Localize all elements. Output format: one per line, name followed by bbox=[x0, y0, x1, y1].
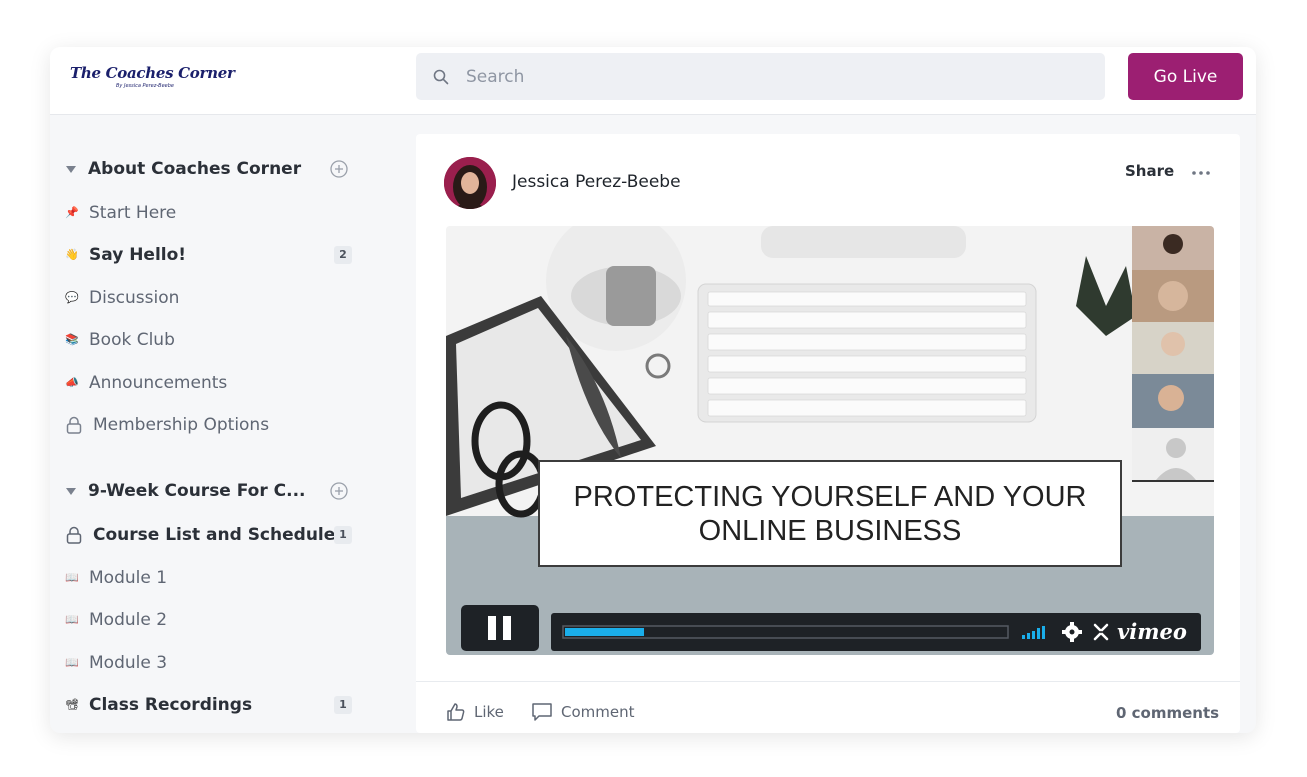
megaphone-icon: 📣 bbox=[65, 376, 79, 389]
sidebar-item-label: Book Club bbox=[89, 330, 175, 350]
sidebar-item-say-hello[interactable]: 👋 Say Hello! 2 bbox=[65, 242, 355, 268]
sidebar-item-label: Say Hello! bbox=[89, 245, 187, 265]
sidebar-item-label: Module 2 bbox=[89, 610, 168, 630]
sidebar-section-title: About Coaches Corner bbox=[88, 159, 302, 179]
sidebar-item-label: Module 3 bbox=[89, 653, 168, 673]
app-window: The Coaches Corner By Jessica Perez-Beeb… bbox=[50, 47, 1256, 733]
post-actions: Like Comment 0 comments bbox=[416, 681, 1240, 733]
unread-badge: 1 bbox=[334, 526, 352, 544]
brand-title: The Coaches Corner bbox=[70, 64, 235, 82]
waving-hand-icon: 👋 bbox=[65, 248, 79, 261]
sidebar-item-label: Announcements bbox=[89, 373, 228, 393]
brand-logo[interactable]: The Coaches Corner By Jessica Perez-Beeb… bbox=[70, 64, 235, 89]
caret-down-icon bbox=[66, 165, 76, 173]
like-label: Like bbox=[474, 703, 504, 721]
sidebar-item-module-3[interactable]: 📖 Module 3 bbox=[65, 650, 355, 676]
sidebar-item-module-2[interactable]: 📖 Module 2 bbox=[65, 607, 355, 633]
sidebar-item-label: Class Recordings bbox=[89, 695, 253, 715]
author-name[interactable]: Jessica Perez-Beebe bbox=[512, 172, 681, 192]
avatar-image bbox=[444, 157, 496, 209]
go-live-button[interactable]: Go Live bbox=[1128, 53, 1243, 100]
comment-button[interactable]: Comment bbox=[531, 702, 635, 722]
add-circle-icon[interactable] bbox=[330, 160, 348, 178]
sidebar-item-label: Module 1 bbox=[89, 568, 168, 588]
sidebar-item-label: Start Here bbox=[89, 203, 177, 223]
search-icon bbox=[433, 69, 449, 85]
caret-down-icon bbox=[66, 487, 76, 495]
unread-badge: 2 bbox=[334, 246, 352, 264]
speech-bubble-icon: 💬 bbox=[65, 291, 79, 304]
brand-subtitle: By Jessica Perez-Beebe bbox=[115, 83, 174, 89]
sidebar-section-about[interactable]: About Coaches Corner bbox=[65, 156, 355, 182]
progress-fill bbox=[565, 628, 644, 636]
more-options-icon[interactable] bbox=[1191, 170, 1211, 176]
sidebar-item-book-club[interactable]: 📚 Book Club bbox=[65, 327, 355, 353]
comments-count[interactable]: 0 comments bbox=[1116, 704, 1219, 722]
lock-icon bbox=[66, 526, 82, 544]
video-title-line-2: ONLINE BUSINESS bbox=[699, 515, 962, 547]
sidebar-item-course-list[interactable]: Course List and Schedule 1 bbox=[65, 522, 355, 548]
sidebar-item-membership-options[interactable]: Membership Options bbox=[65, 412, 355, 438]
post-card: Jessica Perez-Beebe Share PROTECTING YOU… bbox=[416, 134, 1240, 733]
open-book-icon: 📖 bbox=[65, 571, 79, 584]
books-icon: 📚 bbox=[65, 333, 79, 346]
keyboard-illustration bbox=[697, 283, 1037, 423]
unread-badge: 1 bbox=[334, 696, 352, 714]
vimeo-logo[interactable]: vimeo bbox=[1117, 619, 1187, 644]
open-book-icon: 📖 bbox=[65, 613, 79, 626]
comment-label: Comment bbox=[561, 703, 635, 721]
search-input[interactable] bbox=[466, 53, 1066, 100]
video-frame: PROTECTING YOURSELF AND YOUR ONLINE BUSI… bbox=[446, 226, 1214, 655]
sidebar-item-announcements[interactable]: 📣 Announcements bbox=[65, 370, 355, 396]
lock-icon bbox=[66, 416, 82, 434]
sidebar-item-label: Membership Options bbox=[93, 415, 270, 435]
sidebar-item-label: Course List and Schedule bbox=[93, 525, 336, 545]
participant-tiles bbox=[1132, 226, 1214, 482]
sidebar-item-module-1[interactable]: 📖 Module 1 bbox=[65, 565, 355, 591]
sidebar-item-discussion[interactable]: 💬 Discussion bbox=[65, 285, 355, 311]
pushpin-icon: 📌 bbox=[65, 206, 79, 219]
search-bar[interactable] bbox=[416, 53, 1105, 100]
sidebar: About Coaches Corner 📌 Start Here 👋 Say … bbox=[50, 116, 416, 733]
pause-button[interactable] bbox=[461, 605, 539, 651]
like-button[interactable]: Like bbox=[446, 702, 504, 722]
sidebar-section-course[interactable]: 9-Week Course For C... bbox=[65, 478, 355, 504]
sidebar-section-title: 9-Week Course For C... bbox=[88, 481, 306, 501]
video-player[interactable]: PROTECTING YOURSELF AND YOUR ONLINE BUSI… bbox=[446, 226, 1214, 655]
sidebar-item-class-recordings[interactable]: 📽 Class Recordings 1 bbox=[65, 692, 355, 718]
author-avatar[interactable] bbox=[444, 157, 496, 209]
video-camera-icon: 📽 bbox=[65, 698, 79, 711]
open-book-icon: 📖 bbox=[65, 656, 79, 669]
video-title-line-1: PROTECTING YOURSELF AND YOUR bbox=[574, 481, 1087, 513]
sidebar-item-label: Discussion bbox=[89, 288, 180, 308]
add-circle-icon[interactable] bbox=[330, 482, 348, 500]
thumbs-up-icon bbox=[447, 703, 465, 721]
control-bar bbox=[551, 613, 1201, 651]
share-button[interactable]: Share bbox=[1125, 162, 1174, 180]
comment-icon bbox=[532, 703, 552, 721]
top-bar: The Coaches Corner By Jessica Perez-Beeb… bbox=[50, 47, 1256, 115]
sidebar-item-start-here[interactable]: 📌 Start Here bbox=[65, 200, 355, 226]
